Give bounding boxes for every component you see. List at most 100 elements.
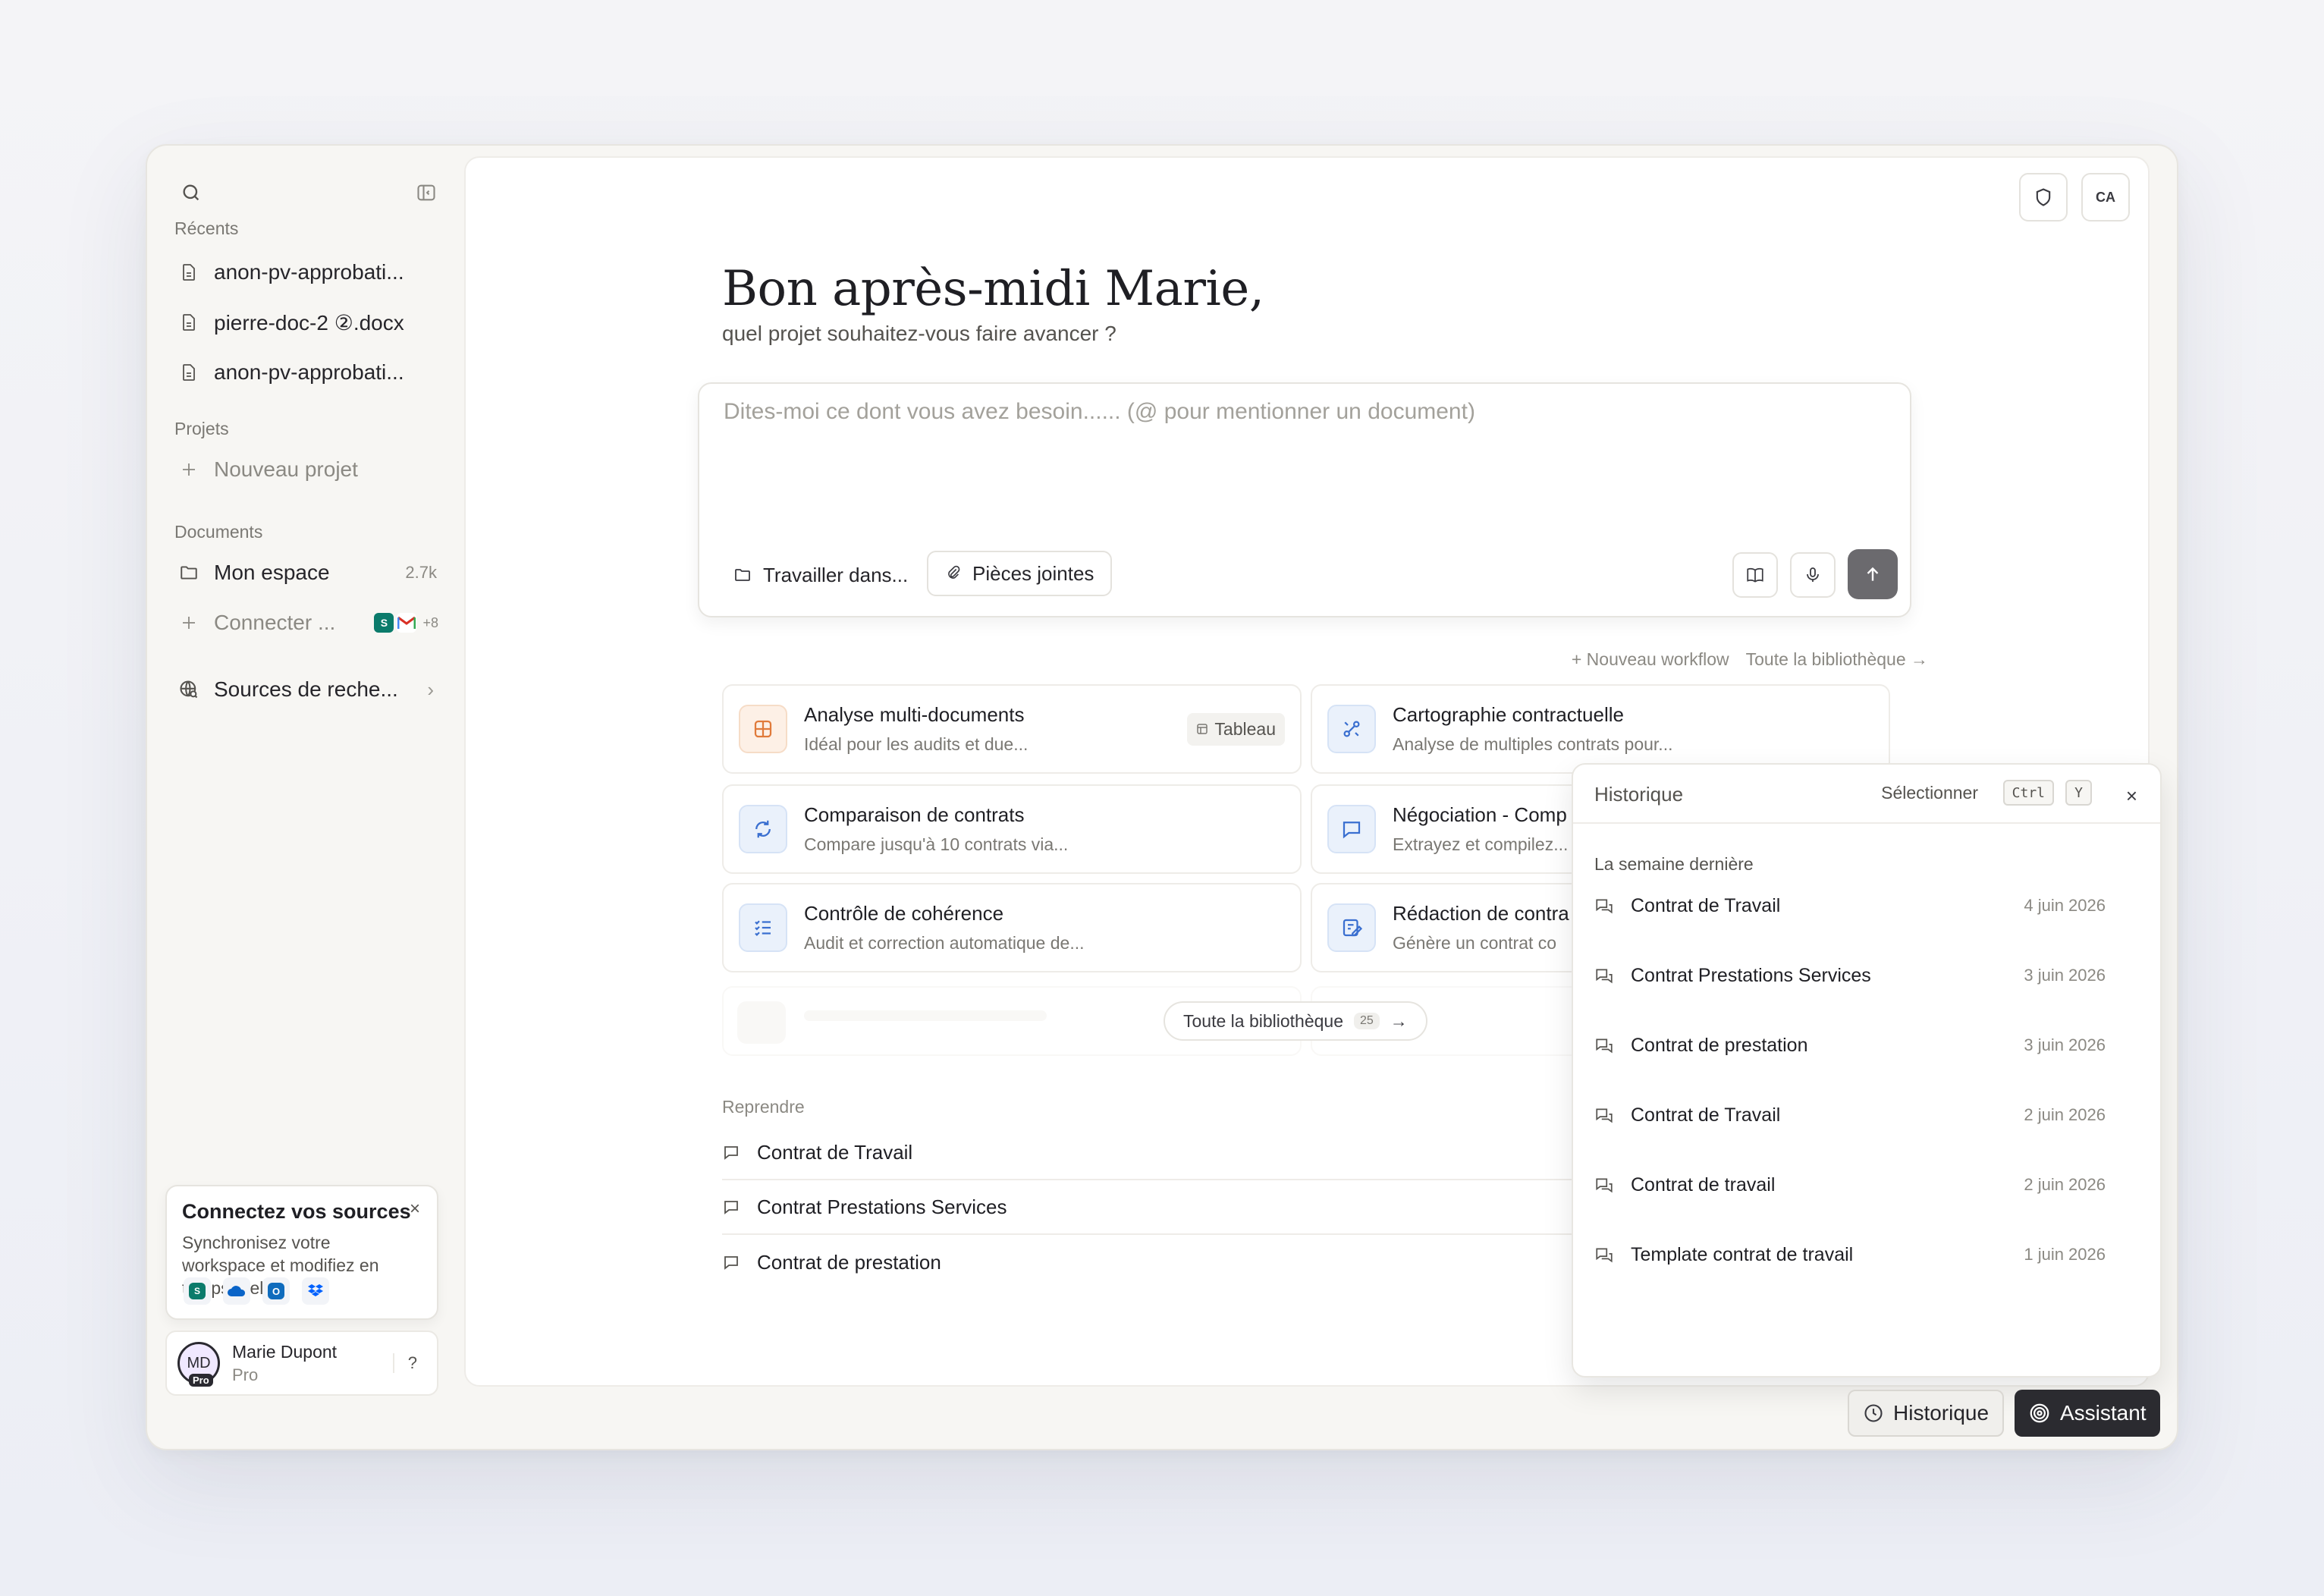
new-workflow-link[interactable]: + Nouveau workflow xyxy=(1572,649,1729,670)
table-tag-label: Tableau xyxy=(1214,718,1276,739)
research-sources-item[interactable]: Sources de reche... › xyxy=(174,668,444,712)
history-title: Historique xyxy=(1594,783,1684,806)
user-card[interactable]: MD Pro Marie Dupont Pro ? xyxy=(165,1331,438,1396)
prompt-input[interactable]: Dites-moi ce dont vous avez besoin......… xyxy=(724,399,1475,425)
workflow-card[interactable]: Contrôle de cohérence Audit et correctio… xyxy=(722,883,1302,972)
history-item[interactable]: Contrat de Travail 4 juin 2026 xyxy=(1594,883,2142,928)
resume-item[interactable]: Contrat de prestation xyxy=(722,1235,1602,1290)
user-plan: Pro xyxy=(232,1365,259,1384)
arrow-up-icon xyxy=(1867,567,1879,581)
recent-item-label: anon-pv-approbati... xyxy=(214,260,404,284)
research-sources-label: Sources de reche... xyxy=(214,677,398,701)
refresh-icon xyxy=(739,805,787,853)
work-in-button[interactable]: Travailler dans... xyxy=(716,552,925,598)
shortcut-key-ctrl: Ctrl xyxy=(2002,780,2054,806)
send-button[interactable] xyxy=(1848,549,1898,599)
history-item-date: 2 juin 2026 xyxy=(2024,1105,2106,1124)
chat-bubbles-icon xyxy=(1596,969,1613,984)
search-icon[interactable] xyxy=(174,176,208,209)
history-item-label: Contrat de prestation xyxy=(1631,1034,1808,1056)
library-pill-label: Toute la bibliothèque xyxy=(1183,1010,1343,1031)
chat-bubbles-icon xyxy=(1596,1178,1613,1193)
account-avatar-button[interactable]: CA xyxy=(2081,173,2130,221)
workflow-card-title: Cartographie contractuelle xyxy=(1393,703,1624,726)
help-button[interactable]: ? xyxy=(392,1353,417,1373)
history-item-date: 3 juin 2026 xyxy=(2024,966,2106,985)
workflow-card-desc: Extrayez et compilez... xyxy=(1393,834,1569,854)
recent-item[interactable]: anon-pv-approbati... xyxy=(174,350,444,394)
chat-bubbles-icon xyxy=(1596,899,1613,914)
table-icon xyxy=(1197,724,1208,734)
history-button-label: Historique xyxy=(1893,1401,1990,1425)
workflow-card[interactable]: Comparaison de contrats Compare jusqu'à … xyxy=(722,784,1302,874)
close-icon[interactable]: × xyxy=(2126,784,2137,808)
history-item-label: Template contrat de travail xyxy=(1631,1243,1854,1265)
shield-icon[interactable] xyxy=(2019,173,2068,221)
sharepoint-icon: S xyxy=(374,613,394,633)
outlook-icon[interactable]: O xyxy=(262,1277,290,1305)
history-item[interactable]: Contrat Prestations Services 3 juin 2026 xyxy=(1594,953,2142,998)
resume-item[interactable]: Contrat Prestations Services xyxy=(722,1180,1602,1235)
book-icon[interactable] xyxy=(1732,552,1778,598)
work-in-label: Travailler dans... xyxy=(763,563,909,586)
clock-icon xyxy=(1864,1404,1883,1422)
plus-icon xyxy=(177,611,200,634)
resume-item[interactable]: Contrat de Travail xyxy=(722,1126,1602,1180)
connect-sources-item[interactable]: Connecter ... S +8 xyxy=(174,601,444,645)
chat-bubble-icon xyxy=(724,1256,738,1270)
history-button[interactable]: Historique xyxy=(1848,1390,2005,1437)
history-item[interactable]: Contrat de prestation 3 juin 2026 xyxy=(1594,1023,2142,1068)
workflow-links: + Nouveau workflow Toute la bibliothèque… xyxy=(1572,649,1928,670)
resume-item-label: Contrat de Travail xyxy=(757,1140,913,1164)
history-item-date: 2 juin 2026 xyxy=(2024,1175,2106,1194)
sidebar: Récents anon-pv-approbati... pierre-doc-… xyxy=(147,146,466,1449)
history-group-label: La semaine dernière xyxy=(1594,854,1754,874)
history-item-label: Contrat de Travail xyxy=(1631,1104,1781,1126)
dropbox-icon[interactable] xyxy=(302,1277,329,1305)
history-item[interactable]: Template contrat de travail 1 juin 2026 xyxy=(1594,1232,2142,1277)
link-icon xyxy=(1327,705,1376,753)
workflow-card-desc: Idéal pour les audits et due... xyxy=(804,734,1029,754)
recent-item[interactable]: pierre-doc-2 ②.docx xyxy=(174,300,444,344)
new-project-label: Nouveau projet xyxy=(214,457,358,481)
chat-bubble-icon xyxy=(724,1146,738,1160)
history-item-date: 4 juin 2026 xyxy=(2024,896,2106,915)
microphone-icon[interactable] xyxy=(1790,552,1836,598)
chat-bubble-icon xyxy=(1327,805,1376,853)
document-icon xyxy=(177,361,200,384)
collapse-sidebar-icon[interactable] xyxy=(410,176,443,209)
my-space-item[interactable]: Mon espace 2.7k xyxy=(174,551,444,595)
recent-item[interactable]: anon-pv-approbati... xyxy=(174,250,444,294)
onedrive-icon[interactable] xyxy=(223,1277,250,1305)
close-icon[interactable]: × xyxy=(410,1199,420,1220)
attachments-button[interactable]: Pièces jointes xyxy=(927,551,1113,596)
greeting-title: Bon après-midi Marie, xyxy=(722,261,1264,317)
sharepoint-icon[interactable]: S xyxy=(184,1277,211,1305)
library-pill-button[interactable]: Toute la bibliothèque 25 → xyxy=(1164,1001,1427,1041)
top-right-actions: CA xyxy=(2019,173,2130,221)
my-space-count: 2.7k xyxy=(405,563,437,582)
assistant-spiral-icon xyxy=(2030,1403,2049,1423)
workflow-card[interactable]: Cartographie contractuelle Analyse de mu… xyxy=(1311,684,1890,774)
workflow-card-title: Négociation - Comp xyxy=(1393,803,1567,826)
document-icon xyxy=(177,311,200,334)
prompt-composer[interactable]: Dites-moi ce dont vous avez besoin......… xyxy=(698,382,1911,617)
library-count-badge: 25 xyxy=(1354,1013,1380,1029)
arrow-right-icon: → xyxy=(1390,1010,1408,1031)
plan-badge: Pro xyxy=(189,1374,213,1387)
history-item-date: 3 juin 2026 xyxy=(2024,1035,2106,1054)
new-project-button[interactable]: Nouveau projet xyxy=(174,448,444,492)
recent-item-label: anon-pv-approbati... xyxy=(214,360,404,384)
history-item[interactable]: Contrat de Travail 2 juin 2026 xyxy=(1594,1092,2142,1138)
globe-search-icon xyxy=(177,678,200,701)
select-button[interactable]: Sélectionner xyxy=(1881,783,1978,803)
assistant-button[interactable]: Assistant xyxy=(2015,1390,2160,1437)
history-item[interactable]: Contrat de travail 2 juin 2026 xyxy=(1594,1162,2142,1208)
user-name: Marie Dupont xyxy=(232,1341,338,1362)
library-link[interactable]: Toute la bibliothèque → xyxy=(1746,649,1928,670)
chevron-right-icon: › xyxy=(427,677,434,701)
history-panel: Historique Sélectionner Ctrl Y × La sema… xyxy=(1572,763,2162,1378)
workflow-card[interactable]: Analyse multi-documents Idéal pour les a… xyxy=(722,684,1302,774)
connector-logos: S +8 xyxy=(374,613,438,633)
greeting-subtitle: quel projet souhaitez-vous faire avancer… xyxy=(722,322,1116,345)
